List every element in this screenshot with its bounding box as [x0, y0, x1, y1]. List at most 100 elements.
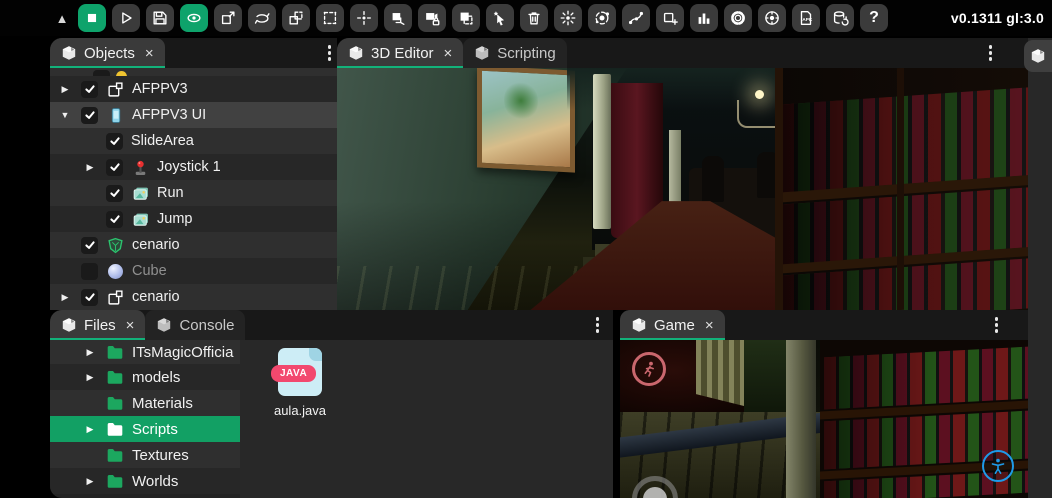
dock-cube-tab[interactable]	[1024, 40, 1052, 72]
checkbox[interactable]	[81, 107, 98, 124]
tree-row-itsmagic[interactable]: ▶ ITsMagicOfficia	[50, 340, 240, 364]
collapse-icon[interactable]: ▼	[57, 110, 73, 120]
hierarchy-row-cube[interactable]: Cube	[50, 258, 337, 284]
checkbox-unchecked[interactable]	[81, 263, 98, 280]
tab-3d-editor[interactable]: 3D Editor ×	[337, 38, 463, 68]
center-pivot-tool-button[interactable]	[350, 4, 378, 32]
light-icon	[116, 71, 127, 76]
camera-lock-icon	[423, 9, 441, 27]
tree-row-scripts[interactable]: ▶ Scripts	[50, 416, 240, 442]
tab-files[interactable]: Files ×	[50, 310, 145, 340]
stats-button[interactable]	[690, 4, 718, 32]
close-icon[interactable]: ×	[444, 45, 453, 62]
cube-icon	[348, 45, 364, 61]
delete-button[interactable]	[520, 4, 548, 32]
gizmo-settings-button[interactable]	[758, 4, 786, 32]
run-toggle-icon[interactable]	[632, 352, 666, 386]
tab-objects[interactable]: Objects ×	[50, 38, 165, 68]
editor-panel: 3D Editor × Scripting	[337, 38, 1028, 310]
file-aula-java[interactable]: JAVA aula.java	[262, 348, 338, 418]
node-path-icon	[627, 9, 645, 27]
apk-file-icon: APK	[797, 9, 815, 27]
expand-icon[interactable]: ▶	[82, 372, 98, 383]
play-icon	[117, 9, 135, 27]
rect-select-tool-button[interactable]	[316, 4, 344, 32]
hierarchy-list: ▶ AFPPV3 ▼ AFPPV3 UI SlideArea ▶ Jo	[50, 68, 337, 310]
files-grid[interactable]: JAVA aula.java	[240, 340, 613, 498]
tree-row-textures[interactable]: Textures	[50, 442, 240, 468]
tab-game[interactable]: Game ×	[620, 310, 725, 340]
smart-pointer-tool-button[interactable]	[486, 4, 514, 32]
hierarchy-row-partial[interactable]	[50, 68, 337, 76]
apk-export-button[interactable]: APK	[792, 4, 820, 32]
play-button[interactable]	[112, 4, 140, 32]
expand-icon[interactable]: ▶	[82, 476, 98, 487]
tab-console[interactable]: Console	[145, 310, 245, 340]
folder-icon	[106, 394, 124, 412]
settings-button[interactable]	[724, 4, 752, 32]
center-pivot-icon	[355, 9, 373, 27]
hierarchy-row-afppv3-ui[interactable]: ▼ AFPPV3 UI	[50, 102, 337, 128]
files-menu-icon[interactable]	[590, 313, 606, 337]
check-icon	[84, 83, 96, 95]
scene-shelf-frame	[775, 68, 783, 310]
orbit-tool-button[interactable]	[588, 4, 616, 32]
stop-button[interactable]	[78, 4, 106, 32]
tab-objects-label: Objects	[84, 45, 135, 62]
editor-menu-icon[interactable]	[983, 41, 999, 65]
visibility-button[interactable]	[180, 4, 208, 32]
checkbox[interactable]	[106, 185, 123, 202]
hierarchy-row-afppv3[interactable]: ▶ AFPPV3	[50, 76, 337, 102]
database-sync-button[interactable]	[826, 4, 854, 32]
expand-icon[interactable]: ▶	[82, 347, 98, 358]
camera-lock-tool-button[interactable]	[418, 4, 446, 32]
hierarchy-row-run[interactable]: Run	[50, 180, 337, 206]
checkbox[interactable]	[81, 81, 98, 98]
tab-scripting[interactable]: Scripting	[463, 38, 566, 68]
close-icon[interactable]: ×	[145, 45, 154, 62]
close-icon[interactable]: ×	[705, 317, 714, 334]
scene-statue	[702, 156, 724, 202]
folder-label: Scripts	[132, 421, 178, 438]
node-path-tool-button[interactable]	[622, 4, 650, 32]
expand-icon[interactable]: ▶	[82, 424, 98, 435]
move-tool-button[interactable]	[214, 4, 242, 32]
checkbox[interactable]	[81, 289, 98, 306]
tree-row-models[interactable]: ▶ models	[50, 364, 240, 390]
joystick-knob[interactable]	[643, 487, 667, 498]
close-icon[interactable]: ×	[126, 317, 135, 334]
game-viewport[interactable]	[620, 340, 1028, 498]
bring-forward-tool-button[interactable]	[384, 4, 412, 32]
checkbox[interactable]	[106, 211, 123, 228]
version-label: v0.1311 gl:3.0	[951, 10, 1052, 26]
rotate-tool-button[interactable]	[248, 4, 276, 32]
tree-row-worlds[interactable]: ▶ Worlds	[50, 468, 240, 494]
save-button[interactable]	[146, 4, 174, 32]
objects-menu-icon[interactable]	[322, 41, 338, 65]
add-object-button[interactable]	[656, 4, 684, 32]
game-menu-icon[interactable]	[989, 313, 1005, 337]
expand-icon[interactable]: ▶	[57, 292, 73, 303]
collapse-up-icon[interactable]: ▲	[52, 11, 72, 26]
hierarchy-row-slidearea[interactable]: SlideArea	[50, 128, 337, 154]
checkbox[interactable]	[81, 237, 98, 254]
tree-row-materials[interactable]: Materials	[50, 390, 240, 416]
light-tool-button[interactable]	[554, 4, 582, 32]
editor-viewport[interactable]	[337, 68, 1028, 310]
hierarchy-row-joystick[interactable]: ▶ Joystick 1	[50, 154, 337, 180]
hierarchy-row-cenario-frame[interactable]: ▶ cenario	[50, 284, 337, 310]
expand-icon[interactable]: ▶	[57, 84, 73, 95]
expand-icon[interactable]: ▶	[82, 162, 98, 173]
help-button[interactable]: ?	[860, 4, 888, 32]
duplicate-tool-button[interactable]	[452, 4, 480, 32]
hierarchy-row-cenario-shield[interactable]: cenario	[50, 232, 337, 258]
checkbox[interactable]	[106, 133, 123, 150]
joystick-icon	[131, 158, 149, 176]
folder-label: Textures	[132, 447, 189, 464]
scale-tool-button[interactable]	[282, 4, 310, 32]
accessibility-icon[interactable]	[982, 450, 1014, 482]
checkbox[interactable]	[106, 159, 123, 176]
folder-icon	[106, 420, 124, 438]
hierarchy-row-jump[interactable]: Jump	[50, 206, 337, 232]
checkbox[interactable]	[93, 70, 110, 76]
